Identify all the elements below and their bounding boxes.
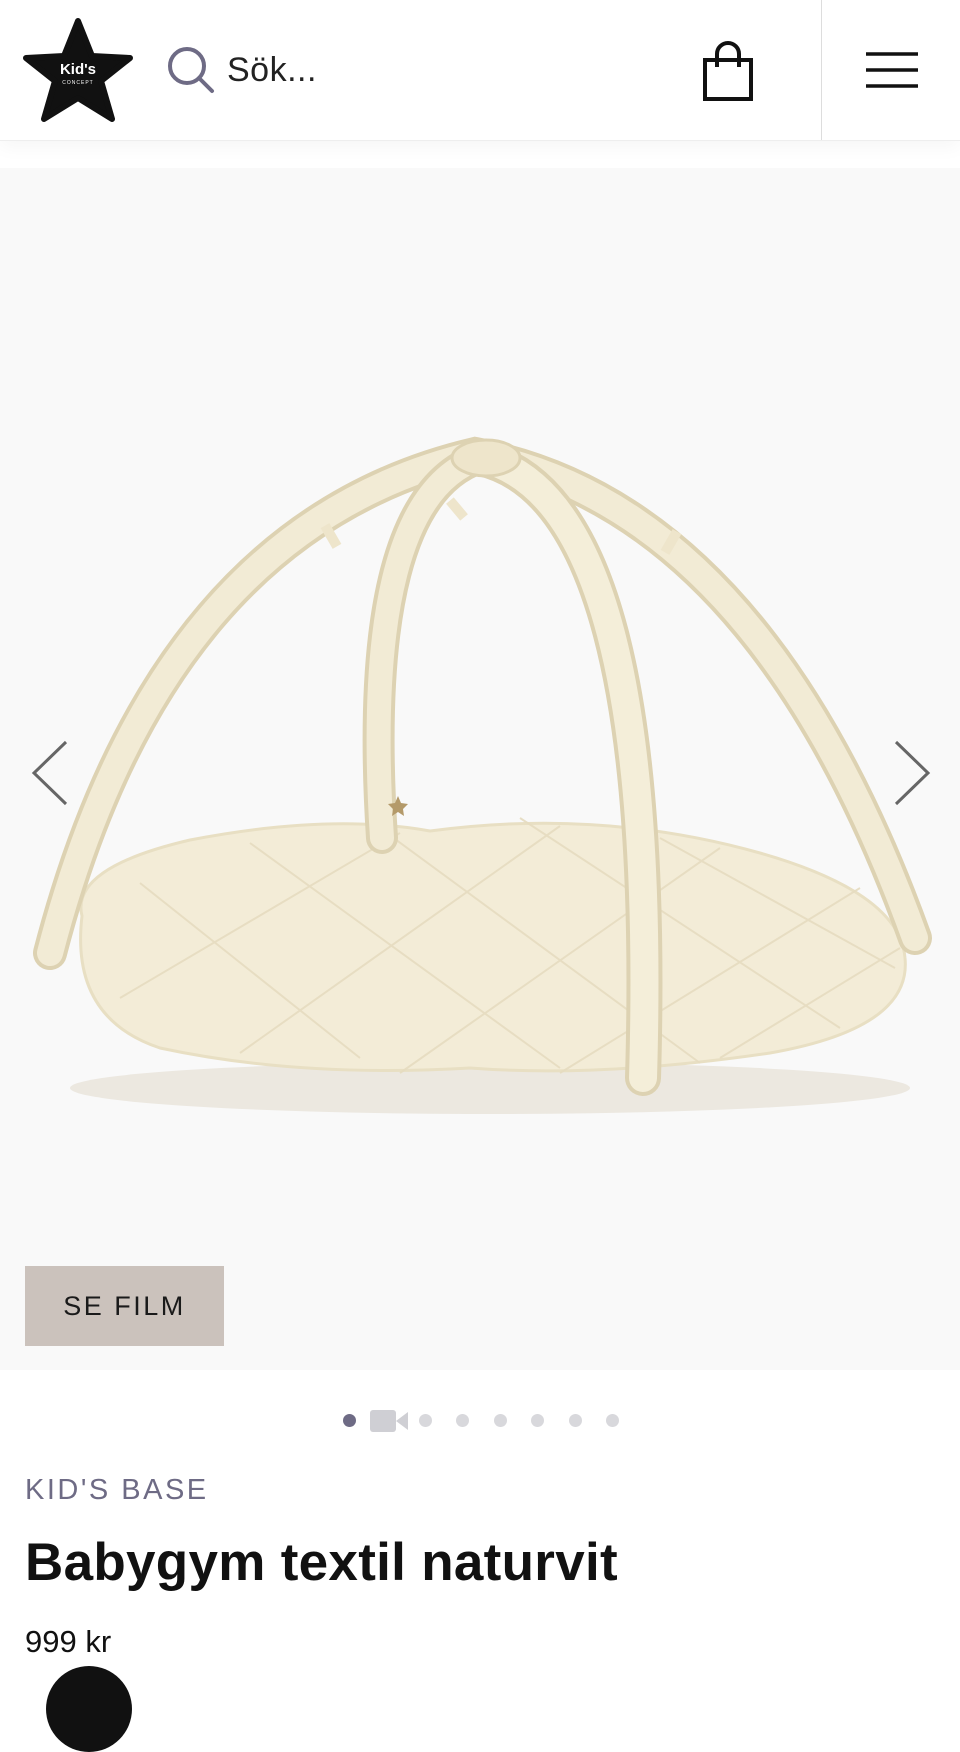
watch-film-button[interactable]: SE FILM	[25, 1266, 224, 1346]
product-brand-link[interactable]: KID'S BASE	[25, 1474, 209, 1507]
search-icon[interactable]	[165, 44, 217, 96]
logo-subtext: CONCEPT	[62, 80, 93, 86]
pager-dot-5[interactable]	[494, 1414, 507, 1427]
hamburger-menu-icon[interactable]	[866, 50, 918, 90]
product-price: 999 kr	[25, 1624, 112, 1659]
chevron-left-icon[interactable]	[28, 738, 72, 808]
shopping-bag-icon[interactable]	[700, 40, 756, 102]
header-divider	[821, 0, 822, 140]
pager-dot-3[interactable]	[419, 1414, 432, 1427]
pager-dot-4[interactable]	[456, 1414, 469, 1427]
product-title: Babygym textil naturvit	[25, 1533, 618, 1592]
floating-action-button[interactable]	[46, 1666, 132, 1752]
logo-text: Kid's	[60, 61, 96, 78]
pager-dot-7[interactable]	[569, 1414, 582, 1427]
search-field[interactable]: Sök...	[165, 42, 317, 98]
pager-dot-6[interactable]	[531, 1414, 544, 1427]
pager-dot-8[interactable]	[606, 1414, 619, 1427]
product-image[interactable]	[0, 168, 960, 1370]
search-placeholder[interactable]: Sök...	[227, 51, 317, 90]
product-gallery[interactable]: SE FILM	[0, 168, 960, 1370]
star-logo-icon: Kid's CONCEPT	[23, 18, 133, 122]
pager-dot-1[interactable]	[343, 1414, 356, 1427]
site-header: Kid's CONCEPT Sök...	[0, 0, 960, 141]
chevron-right-icon[interactable]	[890, 738, 934, 808]
kids-concept-logo[interactable]: Kid's CONCEPT	[22, 18, 134, 124]
video-camera-icon[interactable]	[370, 1408, 408, 1434]
gallery-pager	[0, 1406, 960, 1436]
